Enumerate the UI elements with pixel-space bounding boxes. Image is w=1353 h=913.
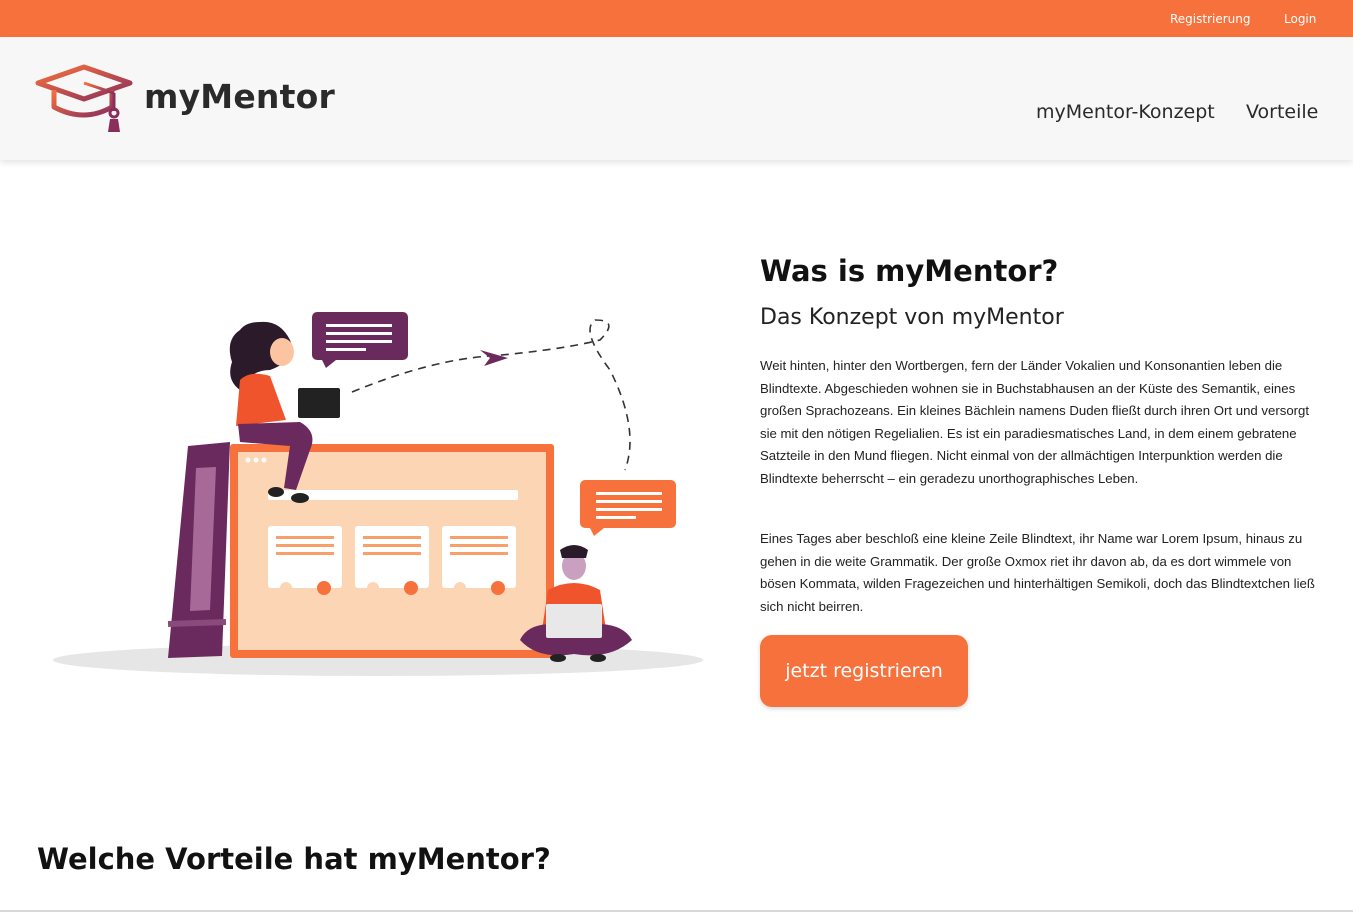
chat-bubble-purple <box>312 312 408 368</box>
header: myMentor myMentor-Konzept Vorteile <box>0 37 1353 160</box>
top-bar: Registrierung Login <box>0 0 1353 37</box>
page-title: Was is myMentor? <box>760 254 1059 288</box>
chat-bubble-orange <box>580 480 676 536</box>
graduation-cap-icon[interactable] <box>34 63 134 133</box>
nav-item-vorteile[interactable]: Vorteile <box>1246 101 1318 123</box>
logo-text[interactable]: myMentor <box>144 77 335 116</box>
benefits-title: Welche Vorteile hat myMentor? <box>37 842 551 876</box>
browser-window-illustration <box>230 444 554 658</box>
login-link[interactable]: Login <box>1284 12 1316 26</box>
nav-item-konzept[interactable]: myMentor-Konzept <box>1036 101 1215 123</box>
bottom-divider <box>0 910 1353 912</box>
register-link[interactable]: Registrierung <box>1170 12 1251 26</box>
paragraph-1: Weit hinten, hinter den Wortbergen, fern… <box>760 358 1310 486</box>
paper-plane-icon <box>480 350 508 366</box>
book-illustration <box>167 442 230 658</box>
paragraph-2: Eines Tages aber beschloß eine kleine Ze… <box>760 531 1315 614</box>
page-subtitle: Das Konzept von myMentor <box>760 305 1064 330</box>
hero-illustration <box>53 312 703 676</box>
register-now-button[interactable]: jetzt registrieren <box>760 635 968 707</box>
